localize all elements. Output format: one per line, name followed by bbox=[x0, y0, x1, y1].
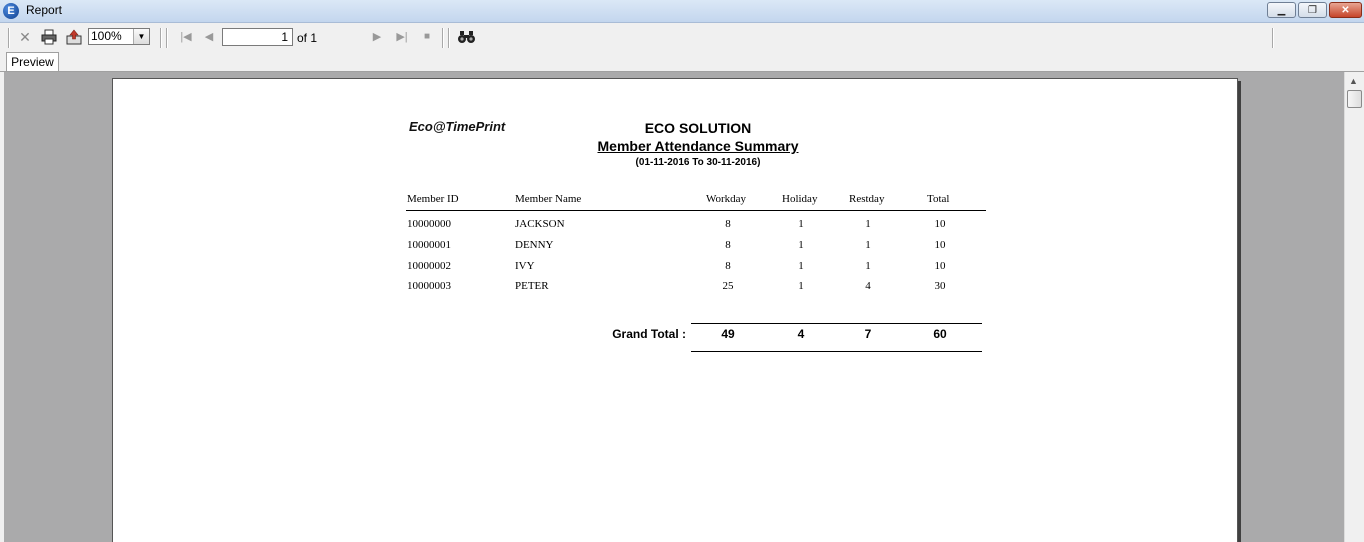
maximize-button[interactable]: ❐ bbox=[1298, 2, 1327, 18]
grand-total-label: Grand Total : bbox=[612, 327, 686, 341]
close-icon: ✕ bbox=[19, 29, 31, 45]
cell-workday: 8 bbox=[725, 260, 731, 272]
first-page-button[interactable]: |◀ bbox=[178, 27, 194, 47]
zoom-select[interactable]: 100% ▼ bbox=[88, 28, 150, 45]
grand-total-bottom-rule bbox=[691, 351, 982, 352]
binoculars-icon bbox=[457, 31, 475, 43]
chevron-down-icon[interactable]: ▼ bbox=[133, 29, 149, 44]
cell-member-name: PETER bbox=[515, 280, 549, 292]
page-total-text: of 1 bbox=[297, 31, 318, 45]
last-page-icon: ▶| bbox=[396, 31, 408, 43]
cell-total: 10 bbox=[934, 239, 946, 251]
cell-member-name: IVY bbox=[515, 260, 535, 272]
toolbar-separator bbox=[166, 28, 168, 48]
toolbar-separator bbox=[442, 28, 444, 48]
scrollbar-thumb[interactable] bbox=[1347, 90, 1362, 108]
report-toolbar: ✕ 100% ▼ |◀ ◀ 1 of 1 ▶ ▶| ■ bbox=[0, 23, 1364, 51]
scroll-up-icon[interactable]: ▲ bbox=[1349, 76, 1358, 86]
cell-member-id: 10000002 bbox=[407, 260, 451, 272]
cell-member-name: JACKSON bbox=[515, 218, 565, 230]
cell-member-id: 10000001 bbox=[407, 239, 451, 251]
report-page: Eco@TimePrint ECO SOLUTION Member Attend… bbox=[112, 78, 1238, 542]
print-button[interactable] bbox=[39, 27, 59, 47]
next-page-icon: ▶ bbox=[372, 31, 382, 43]
report-period: (01-11-2016 To 30-11-2016) bbox=[635, 157, 761, 168]
cell-holiday: 1 bbox=[798, 239, 804, 251]
last-page-button[interactable]: ▶| bbox=[394, 27, 410, 47]
minimize-button[interactable]: ▁ bbox=[1267, 2, 1296, 18]
header-rule bbox=[406, 210, 986, 211]
grand-total-holiday: 4 bbox=[797, 327, 805, 341]
cell-workday: 8 bbox=[725, 218, 731, 230]
grand-total-restday: 7 bbox=[864, 327, 872, 341]
close-report-button[interactable]: ✕ bbox=[16, 27, 34, 47]
stop-button[interactable]: ■ bbox=[420, 27, 434, 47]
column-header-member-id: Member ID bbox=[407, 193, 459, 205]
app-icon: E bbox=[3, 3, 19, 19]
page-number-input[interactable]: 1 bbox=[222, 28, 293, 46]
cell-member-id: 10000003 bbox=[407, 280, 451, 292]
cell-holiday: 1 bbox=[798, 280, 804, 292]
cell-restday: 1 bbox=[865, 239, 871, 251]
printer-icon bbox=[41, 29, 57, 45]
vertical-scrollbar[interactable]: ▲ bbox=[1344, 72, 1363, 542]
search-button[interactable] bbox=[456, 27, 476, 47]
cell-member-id: 10000000 bbox=[407, 218, 451, 230]
cell-member-name: DENNY bbox=[515, 239, 554, 251]
column-header-member-name: Member Name bbox=[515, 193, 582, 205]
close-window-button[interactable]: ✕ bbox=[1329, 2, 1362, 18]
toolbar-separator bbox=[8, 28, 10, 48]
grand-total-total: 60 bbox=[933, 327, 947, 341]
cell-total: 10 bbox=[934, 218, 946, 230]
cell-workday: 25 bbox=[722, 280, 734, 292]
grand-total-workday: 49 bbox=[721, 327, 735, 341]
report-company: ECO SOLUTION bbox=[644, 120, 752, 136]
stop-icon: ■ bbox=[423, 31, 431, 42]
cell-restday: 1 bbox=[865, 260, 871, 272]
tab-preview[interactable]: Preview bbox=[6, 52, 59, 72]
cell-restday: 1 bbox=[865, 218, 871, 230]
export-button[interactable] bbox=[64, 27, 84, 47]
previous-page-icon: ◀ bbox=[204, 31, 214, 43]
toolbar-separator bbox=[160, 28, 162, 48]
next-page-button[interactable]: ▶ bbox=[370, 27, 384, 47]
export-icon bbox=[66, 29, 82, 45]
grand-total-top-rule bbox=[691, 323, 982, 324]
report-title: Member Attendance Summary bbox=[597, 138, 799, 154]
column-header-holiday: Holiday bbox=[782, 193, 818, 205]
toolbar-separator bbox=[448, 28, 450, 48]
cell-total: 10 bbox=[934, 260, 946, 272]
cell-total: 30 bbox=[934, 280, 946, 292]
cell-holiday: 1 bbox=[798, 218, 804, 230]
cell-holiday: 1 bbox=[798, 260, 804, 272]
title-bar: E Report ▁ ❐ ✕ bbox=[0, 0, 1364, 23]
column-header-restday: Restday bbox=[849, 193, 885, 205]
zoom-value: 100% bbox=[91, 29, 122, 43]
cell-workday: 8 bbox=[725, 239, 731, 251]
previous-page-button[interactable]: ◀ bbox=[202, 27, 216, 47]
first-page-icon: |◀ bbox=[180, 31, 192, 43]
toolbar-separator bbox=[1272, 28, 1274, 48]
cell-restday: 4 bbox=[865, 280, 871, 292]
report-viewer[interactable]: Eco@TimePrint ECO SOLUTION Member Attend… bbox=[4, 72, 1344, 542]
column-header-workday: Workday bbox=[706, 193, 747, 205]
window-title: Report bbox=[26, 3, 63, 17]
column-header-total: Total bbox=[927, 193, 950, 205]
